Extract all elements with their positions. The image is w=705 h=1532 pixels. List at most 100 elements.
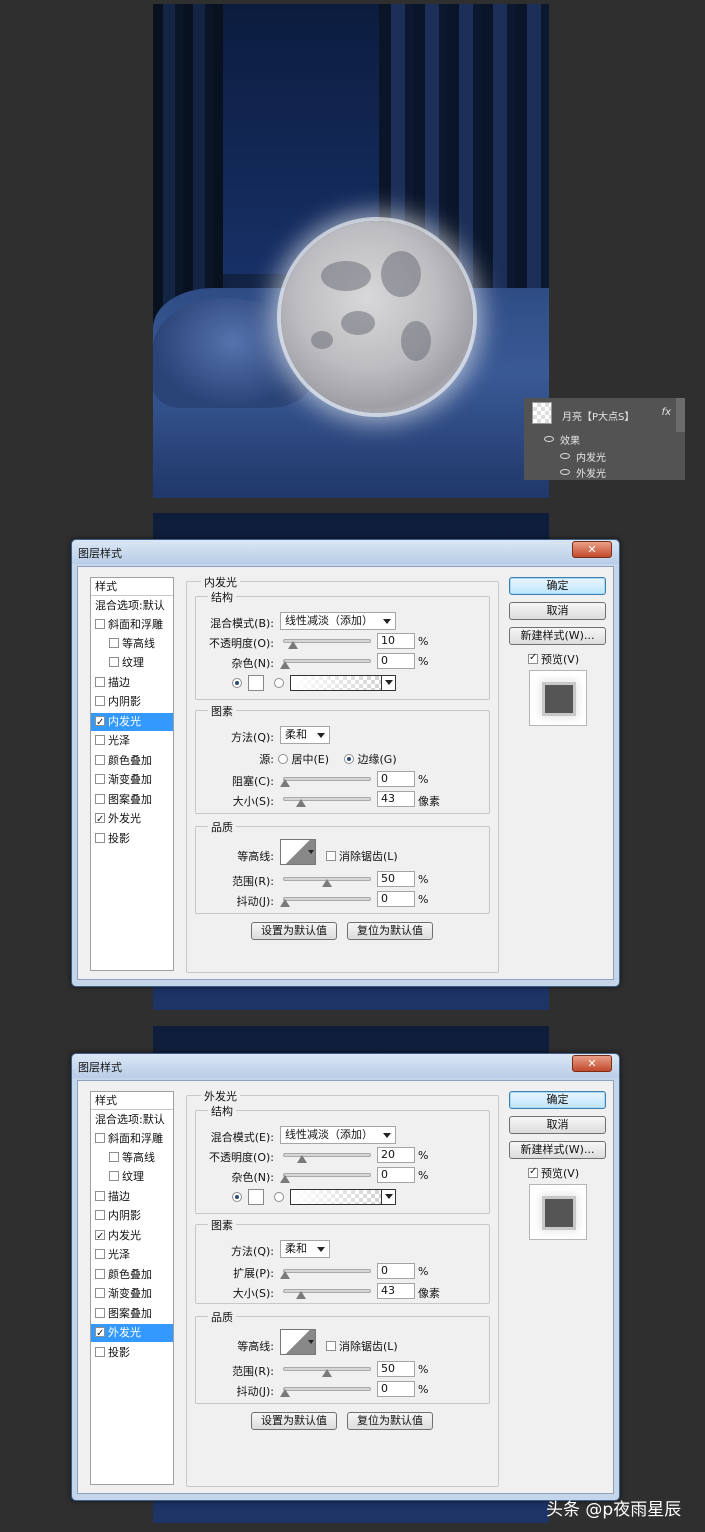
scrollbar[interactable] [676, 398, 685, 432]
checkbox[interactable] [95, 696, 105, 706]
checkbox[interactable] [95, 1325, 105, 1343]
style-item-contour[interactable]: 等高线 [91, 635, 173, 653]
set-default-button[interactable]: 设置为默认值 [251, 1412, 337, 1430]
range-slider[interactable] [283, 877, 371, 887]
eye-icon[interactable] [560, 469, 570, 475]
ok-button[interactable]: 确定 [509, 1091, 606, 1109]
style-item-inner-glow[interactable]: 内发光 [91, 1227, 173, 1246]
cancel-button[interactable]: 取消 [509, 1116, 606, 1134]
style-item-outer-glow[interactable]: 外发光 [91, 810, 173, 829]
blend-options-item[interactable]: 混合选项:默认 [91, 1111, 173, 1129]
style-item-contour[interactable]: 等高线 [91, 1149, 173, 1167]
jitter-input[interactable]: 0 [377, 891, 415, 907]
noise-input[interactable]: 0 [377, 1167, 415, 1183]
blend-mode-select[interactable]: 线性减淡（添加） [280, 612, 396, 630]
close-button[interactable]: ✕ [572, 1055, 612, 1072]
size-slider[interactable] [283, 797, 371, 807]
eye-icon[interactable] [560, 453, 570, 459]
fx-icon[interactable]: fx [662, 407, 671, 418]
style-item-texture[interactable]: 纹理 [91, 1168, 173, 1186]
color-radio[interactable] [232, 1191, 242, 1204]
size-slider[interactable] [283, 1289, 371, 1299]
jitter-slider[interactable] [280, 1387, 371, 1397]
reset-default-button[interactable]: 复位为默认值 [347, 1412, 433, 1430]
styles-header[interactable]: 样式 [91, 578, 173, 596]
checkbox[interactable] [95, 833, 105, 843]
blend-options-item[interactable]: 混合选项:默认 [91, 597, 173, 615]
style-item-pattern-overlay[interactable]: 图案叠加 [91, 791, 173, 809]
effects-row[interactable]: 效果 [544, 431, 580, 447]
checkbox[interactable] [95, 1347, 105, 1357]
checkbox[interactable] [109, 1152, 119, 1162]
checkbox[interactable] [95, 1191, 105, 1201]
checkbox[interactable] [109, 657, 119, 667]
source-center-radio[interactable]: 居中(E) [278, 751, 329, 767]
antialias-checkbox[interactable]: 消除锯齿(L) [326, 848, 398, 864]
glow-color-swatch[interactable] [248, 675, 264, 691]
style-item-stroke[interactable]: 描边 [91, 674, 173, 692]
style-item-gradient-overlay[interactable]: 渐变叠加 [91, 771, 173, 789]
glow-color-swatch[interactable] [248, 1189, 264, 1205]
style-item-satin[interactable]: 光泽 [91, 1246, 173, 1264]
opacity-slider[interactable] [283, 639, 371, 649]
checkbox[interactable] [95, 794, 105, 804]
checkbox[interactable] [109, 1171, 119, 1181]
preview-checkbox[interactable]: 预览(V) [528, 1165, 579, 1181]
checkbox[interactable] [95, 714, 105, 732]
layer-row[interactable]: 月亮【P大点S】 [562, 407, 634, 423]
range-input[interactable]: 50 [377, 871, 415, 887]
range-slider[interactable] [283, 1367, 371, 1377]
checkbox[interactable] [95, 1210, 105, 1220]
checkbox[interactable] [95, 774, 105, 784]
color-radio[interactable] [232, 677, 242, 690]
gradient-radio[interactable] [274, 677, 284, 690]
checkbox[interactable] [95, 755, 105, 765]
size-input[interactable]: 43 [377, 1283, 415, 1299]
style-item-outer-glow[interactable]: 外发光 [91, 1324, 173, 1343]
style-item-inner-shadow[interactable]: 内阴影 [91, 693, 173, 711]
contour-picker[interactable] [280, 1329, 316, 1355]
source-edge-radio[interactable]: 边缘(G) [344, 751, 397, 767]
checkbox[interactable] [95, 1269, 105, 1279]
style-item-color-overlay[interactable]: 颜色叠加 [91, 1266, 173, 1284]
opacity-slider[interactable] [283, 1153, 371, 1163]
styles-header[interactable]: 样式 [91, 1092, 173, 1110]
checkbox[interactable] [95, 677, 105, 687]
gradient-radio[interactable] [274, 1191, 284, 1204]
style-item-inner-shadow[interactable]: 内阴影 [91, 1207, 173, 1225]
opacity-input[interactable]: 10 [377, 633, 415, 649]
jitter-input[interactable]: 0 [377, 1381, 415, 1397]
technique-select[interactable]: 柔和 [280, 726, 330, 744]
opacity-input[interactable]: 20 [377, 1147, 415, 1163]
layer-thumbnail[interactable] [532, 402, 552, 424]
choke-slider[interactable] [280, 777, 371, 787]
antialias-checkbox[interactable]: 消除锯齿(L) [326, 1338, 398, 1354]
ok-button[interactable]: 确定 [509, 577, 606, 595]
style-item-satin[interactable]: 光泽 [91, 732, 173, 750]
new-style-button[interactable]: 新建样式(W)... [509, 1141, 606, 1159]
spread-slider[interactable] [280, 1269, 371, 1279]
outer-glow-row[interactable]: 外发光 [560, 464, 606, 480]
jitter-slider[interactable] [280, 897, 371, 907]
checkbox[interactable] [109, 638, 119, 648]
style-item-gradient-overlay[interactable]: 渐变叠加 [91, 1285, 173, 1303]
checkbox[interactable] [95, 1228, 105, 1246]
style-item-inner-glow[interactable]: 内发光 [91, 713, 173, 732]
titlebar[interactable]: 图层样式 ✕ [72, 540, 619, 564]
checkbox[interactable] [95, 1249, 105, 1259]
style-item-texture[interactable]: 纹理 [91, 654, 173, 672]
inner-glow-row[interactable]: 内发光 [560, 448, 606, 464]
gradient-picker[interactable] [290, 1189, 396, 1205]
blend-mode-select[interactable]: 线性减淡（添加） [280, 1126, 396, 1144]
set-default-button[interactable]: 设置为默认值 [251, 922, 337, 940]
titlebar[interactable]: 图层样式 ✕ [72, 1054, 619, 1078]
checkbox[interactable] [95, 619, 105, 629]
style-item-color-overlay[interactable]: 颜色叠加 [91, 752, 173, 770]
checkbox[interactable] [95, 1288, 105, 1298]
style-item-stroke[interactable]: 描边 [91, 1188, 173, 1206]
style-item-drop-shadow[interactable]: 投影 [91, 830, 173, 848]
checkbox[interactable] [95, 811, 105, 829]
eye-icon[interactable] [544, 436, 554, 442]
style-item-drop-shadow[interactable]: 投影 [91, 1344, 173, 1362]
choke-input[interactable]: 0 [377, 771, 415, 787]
